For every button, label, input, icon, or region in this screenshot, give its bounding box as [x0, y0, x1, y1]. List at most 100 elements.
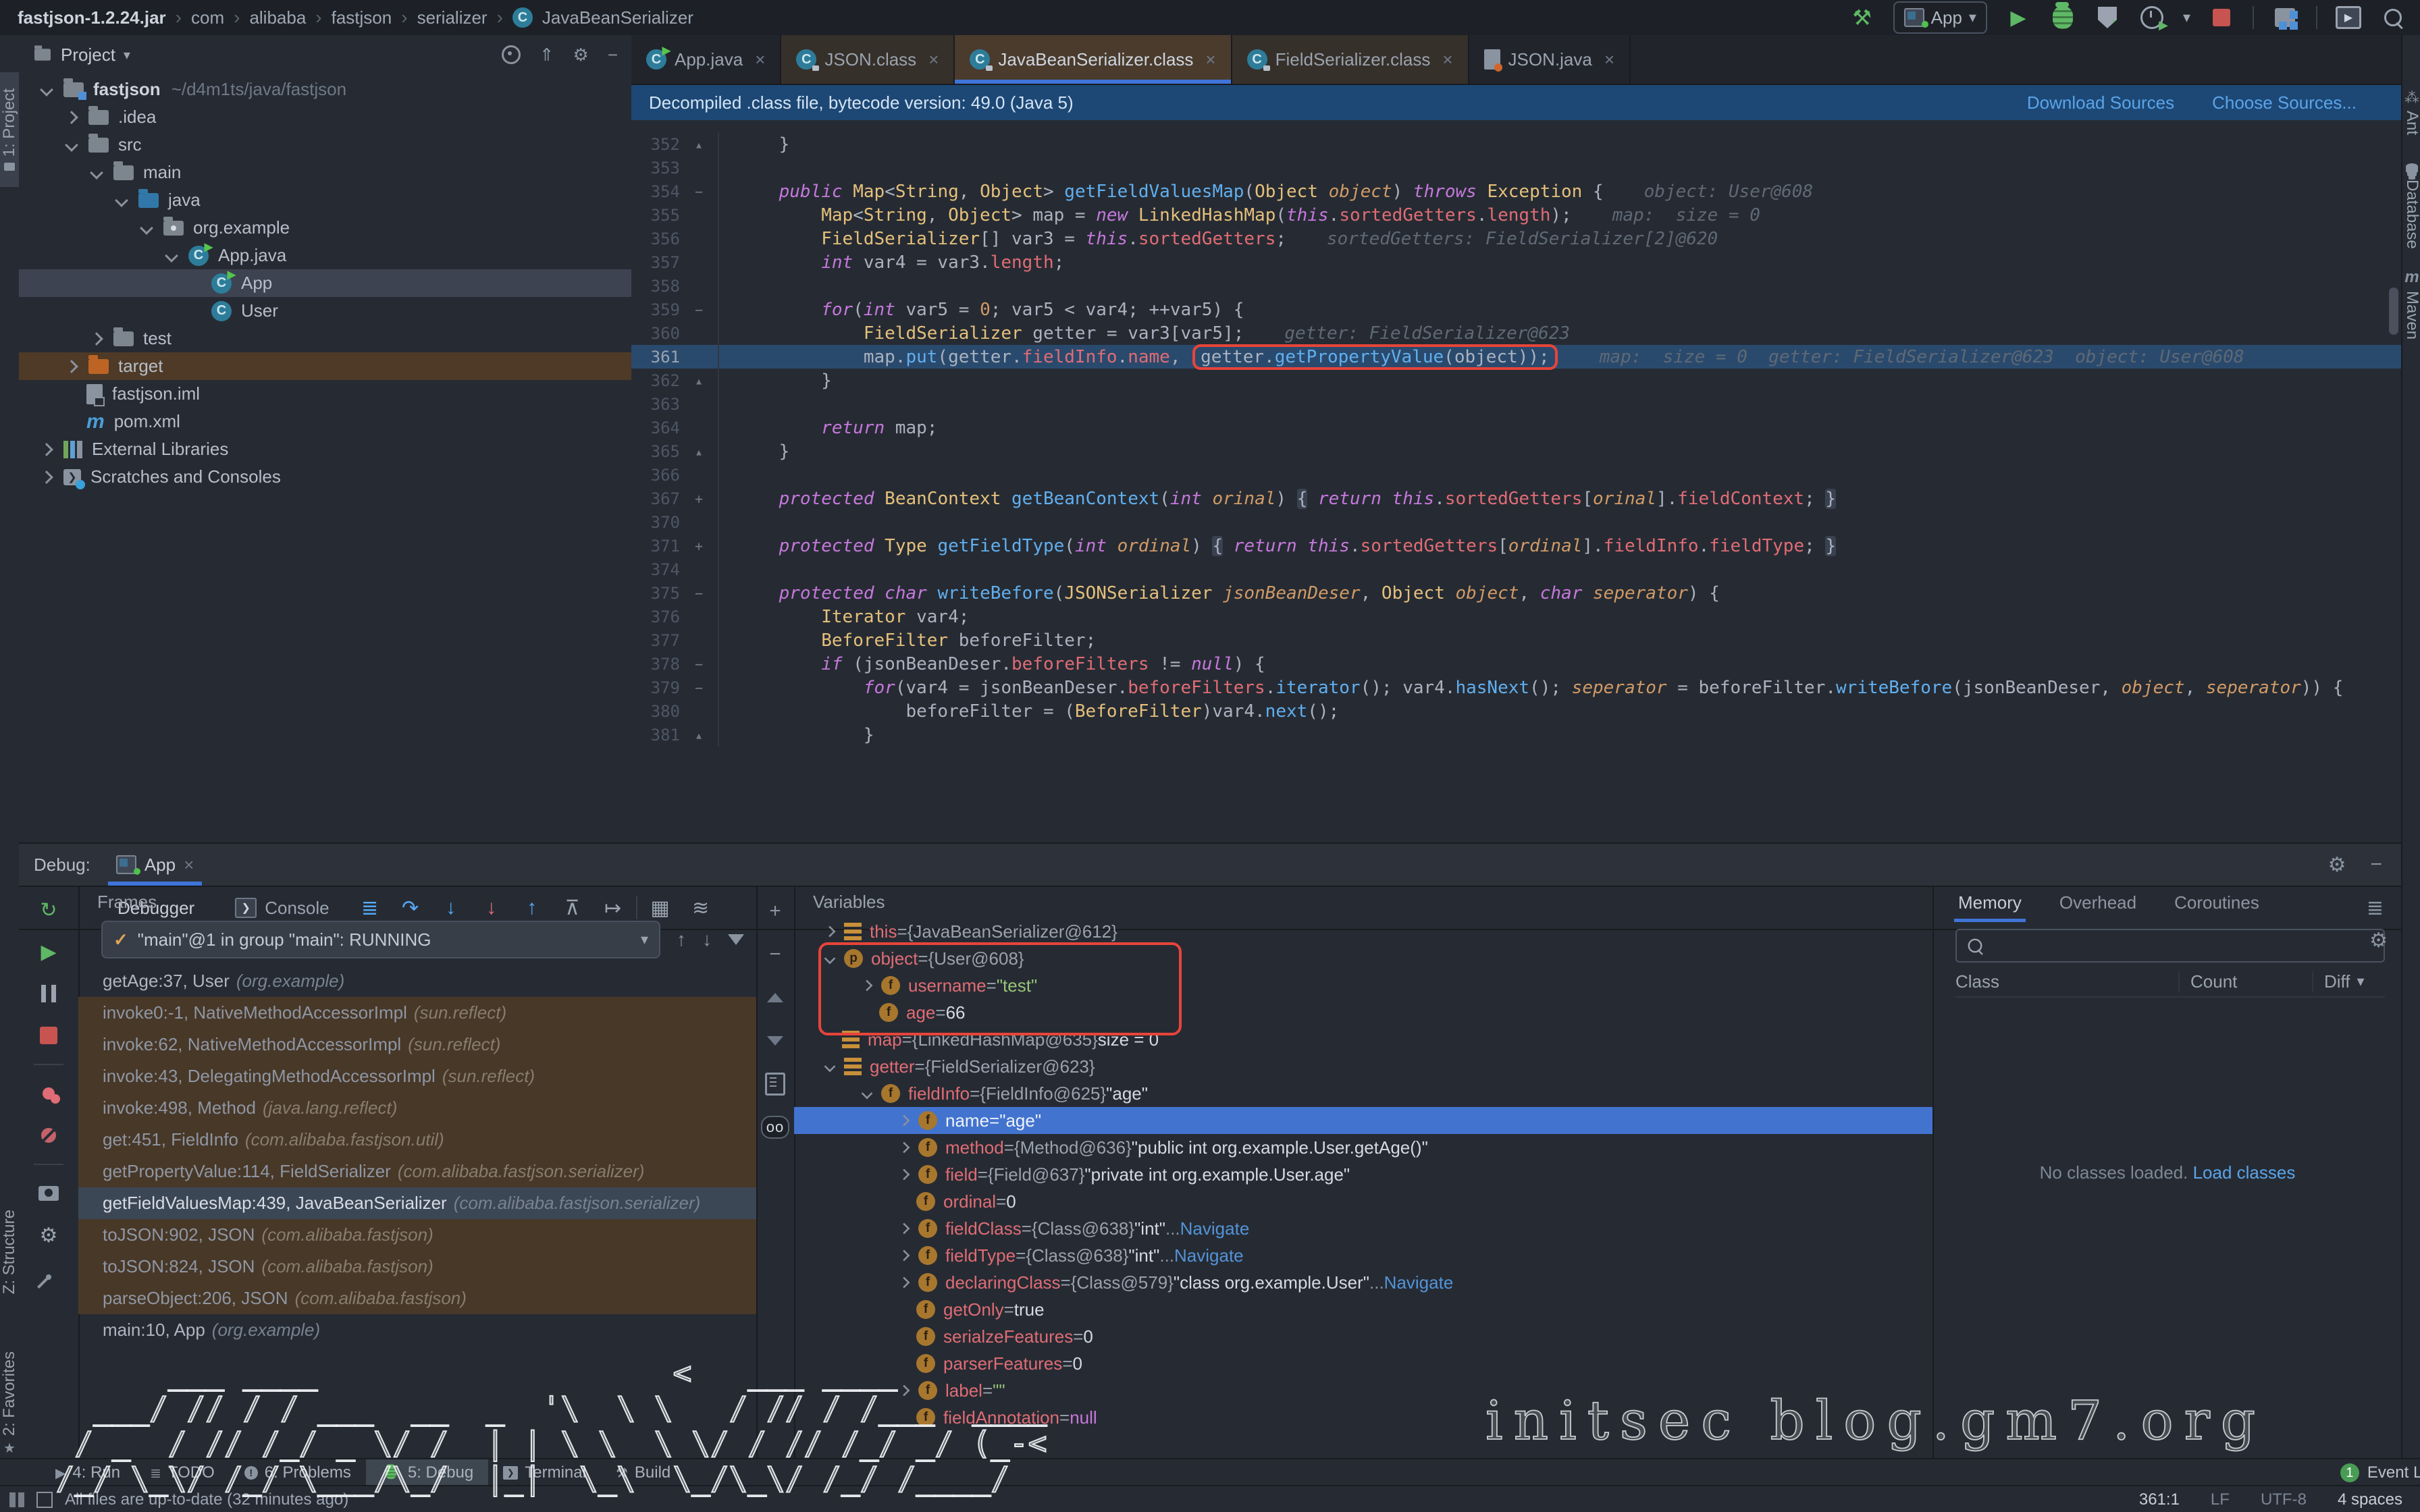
close-icon[interactable]: ×: [1205, 49, 1215, 70]
chevron-icon[interactable]: [115, 194, 128, 207]
resume-button[interactable]: ▶: [35, 938, 62, 965]
choose-sources-link[interactable]: Choose Sources...: [2212, 92, 2357, 113]
variable-method[interactable]: fmethod = {Method@636} "public int org.e…: [794, 1134, 1932, 1161]
editor-scrollbar[interactable]: [2389, 288, 2398, 335]
chevron-icon[interactable]: [40, 83, 53, 97]
rerun-button[interactable]: ↻: [35, 896, 62, 923]
line-number[interactable]: 365: [631, 442, 680, 461]
thread-dump-button[interactable]: [35, 1180, 62, 1207]
variable-field[interactable]: ffield = {Field@637} "private int org.ex…: [794, 1161, 1932, 1188]
caret-position[interactable]: 361:1: [2139, 1490, 2180, 1509]
close-icon[interactable]: ×: [755, 49, 765, 70]
chevron-icon[interactable]: [90, 166, 103, 180]
tree-item-fastjson.iml[interactable]: fastjson.iml: [19, 380, 631, 408]
scroll-up-button[interactable]: [763, 986, 787, 1010]
debug-settings-button[interactable]: ⚙: [35, 1222, 62, 1249]
line-number[interactable]: 362: [631, 371, 680, 390]
run-button[interactable]: ▶: [2005, 4, 2032, 31]
chevron-icon[interactable]: [824, 926, 836, 938]
build-hammer-icon[interactable]: ⚒: [1849, 4, 1876, 31]
breadcrumb-item[interactable]: alibaba: [249, 7, 306, 28]
chevron-icon[interactable]: [140, 221, 153, 235]
close-icon[interactable]: ×: [184, 855, 194, 875]
hide-panel-icon[interactable]: −: [2370, 853, 2382, 877]
line-number[interactable]: 361: [631, 348, 680, 367]
frame-parseObject:206[interactable]: parseObject:206, JSON (com.alibaba.fastj…: [78, 1282, 756, 1314]
line-number[interactable]: 376: [631, 608, 680, 626]
hide-panel-icon[interactable]: −: [608, 45, 618, 65]
tab-overhead[interactable]: Overhead: [2059, 892, 2136, 922]
toolwindow-switcher-icon[interactable]: [9, 1492, 24, 1507]
toolwindow-button-Build[interactable]: ⚒Build: [601, 1459, 685, 1486]
load-classes-link[interactable]: Load classes: [2193, 1162, 2296, 1183]
coverage-button[interactable]: [2094, 4, 2121, 31]
scroll-down-button[interactable]: [763, 1029, 787, 1053]
line-number[interactable]: 371: [631, 537, 680, 556]
line-number[interactable]: 363: [631, 395, 680, 414]
column-count[interactable]: Count: [2178, 971, 2312, 992]
gear-icon[interactable]: ⚙: [573, 45, 589, 65]
variable-parserFeatures[interactable]: fparserFeatures = 0: [794, 1350, 1932, 1377]
close-icon[interactable]: ×: [1604, 49, 1614, 70]
fold-marker[interactable]: −: [680, 298, 719, 321]
variable-this[interactable]: this = {JavaBeanSerializer@612}: [794, 918, 1932, 945]
chevron-icon[interactable]: [824, 1061, 836, 1073]
tab-coroutines[interactable]: Coroutines: [2174, 892, 2259, 922]
duplicate-frame-button[interactable]: [763, 1072, 787, 1096]
tree-item-target[interactable]: target: [19, 352, 631, 380]
frame-toJSON:902[interactable]: toJSON:902, JSON (com.alibaba.fastjson): [78, 1219, 756, 1251]
fold-marker[interactable]: ▴: [680, 439, 719, 463]
line-number[interactable]: 381: [631, 726, 680, 745]
chevron-icon[interactable]: [899, 1142, 910, 1154]
tree-item-External Libraries[interactable]: External Libraries: [19, 435, 631, 463]
line-number[interactable]: 380: [631, 702, 680, 721]
chevron-icon[interactable]: [899, 1277, 910, 1289]
run-anything-button[interactable]: ▶: [2335, 4, 2362, 31]
frame-getPropertyValue:114[interactable]: getPropertyValue:114, FieldSerializer (c…: [78, 1156, 756, 1187]
pause-button[interactable]: [35, 980, 62, 1007]
breadcrumb-item[interactable]: fastjson: [332, 7, 392, 28]
line-number[interactable]: 375: [631, 584, 680, 603]
variable-fieldClass[interactable]: ffieldClass = {Class@638} "int" ... Navi…: [794, 1215, 1932, 1242]
memory-search-input[interactable]: [1955, 929, 2385, 963]
locate-file-icon[interactable]: [502, 45, 521, 64]
add-watch-button[interactable]: +: [763, 899, 787, 923]
frame-invoke:43[interactable]: invoke:43, DelegatingMethodAccessorImpl …: [78, 1060, 756, 1092]
editor-tab-JavaBeanSerializer.class[interactable]: CJavaBeanSerializer.class×: [955, 35, 1232, 84]
frame-down-button[interactable]: ↓: [702, 929, 712, 950]
pin-tab-button[interactable]: [35, 1264, 62, 1291]
variable-label[interactable]: flabel = "": [794, 1377, 1932, 1404]
tree-item-src[interactable]: src: [19, 131, 631, 159]
event-log-button[interactable]: 1 Event Log: [2340, 1463, 2420, 1482]
toolwindow-button-4: Run[interactable]: ▶4: Run: [41, 1459, 135, 1486]
sidebar-tab-database[interactable]: Database: [2402, 163, 2420, 249]
tab-memory[interactable]: Memory: [1958, 892, 2022, 922]
chevron-icon[interactable]: [899, 1250, 910, 1262]
chevron-icon[interactable]: [165, 249, 178, 263]
fold-marker[interactable]: −: [680, 180, 719, 203]
fold-marker[interactable]: ▴: [680, 132, 719, 156]
collapse-all-icon[interactable]: ⇑: [540, 45, 554, 65]
breadcrumb-item[interactable]: fastjson-1.2.24.jar: [18, 7, 166, 28]
line-number[interactable]: 353: [631, 159, 680, 178]
watch-return-values-button[interactable]: oo: [763, 1115, 787, 1139]
line-number[interactable]: 378: [631, 655, 680, 674]
navigate-link[interactable]: Navigate: [1180, 1218, 1250, 1239]
chevron-icon[interactable]: [65, 360, 78, 373]
remove-watch-button[interactable]: −: [763, 942, 787, 967]
editor-tab-FieldSerializer.class[interactable]: CFieldSerializer.class×: [1232, 35, 1469, 84]
column-diff[interactable]: Diff▾: [2312, 971, 2385, 992]
chevron-icon[interactable]: [90, 332, 103, 346]
chevron-icon[interactable]: [899, 1169, 910, 1181]
frame-get:451[interactable]: get:451, FieldInfo (com.alibaba.fastjson…: [78, 1124, 756, 1156]
profiler-button[interactable]: [2138, 4, 2165, 31]
variable-ordinal[interactable]: fordinal = 0: [794, 1188, 1932, 1215]
tree-item-User[interactable]: CUser: [19, 297, 631, 325]
line-number[interactable]: 357: [631, 253, 680, 272]
chevron-icon[interactable]: [40, 470, 53, 484]
line-number[interactable]: 370: [631, 513, 680, 532]
tree-item-App.java[interactable]: CApp.java: [19, 242, 631, 269]
line-number[interactable]: 360: [631, 324, 680, 343]
chevron-icon[interactable]: [65, 111, 78, 124]
line-number[interactable]: 354: [631, 182, 680, 201]
